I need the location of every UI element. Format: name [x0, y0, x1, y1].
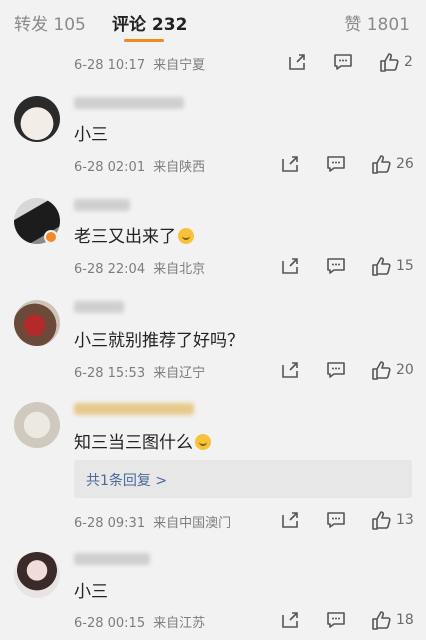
comment-text: 小三 — [74, 582, 108, 602]
thumbs-up-icon[interactable] — [370, 153, 392, 175]
smile-emoji-icon — [178, 228, 194, 244]
tab-repost[interactable]: 转发 105 — [14, 10, 86, 35]
comment-icon[interactable] — [325, 153, 347, 175]
avatar[interactable] — [14, 402, 60, 448]
share-icon[interactable] — [279, 609, 301, 631]
thumbs-up-icon[interactable] — [370, 509, 392, 531]
comment-icon[interactable] — [325, 359, 347, 381]
comment-meta: 6-28 09:31 来自中国澳门 — [74, 512, 231, 531]
comment-meta: 6-28 15:53 来自辽宁 — [74, 362, 205, 381]
share-icon[interactable] — [279, 255, 301, 277]
thumbs-up-icon[interactable] — [370, 255, 392, 277]
username-blurred[interactable] — [74, 199, 130, 211]
comment-source: 来自中国澳门 — [153, 516, 232, 531]
comment-text: 知三当三图什么 — [74, 428, 211, 453]
comment-text: 小三 — [74, 125, 108, 145]
comment-meta: 6-28 22:04 来自北京 — [74, 258, 205, 277]
avatar[interactable] — [14, 552, 60, 598]
share-icon[interactable] — [279, 359, 301, 381]
vip-badge-icon — [44, 230, 58, 244]
comment-source: 来自辽宁 — [153, 366, 206, 381]
comment-source: 来自江苏 — [153, 616, 206, 631]
comment-source: 来自北京 — [153, 262, 206, 277]
comment-time: 6-28 15:53 — [74, 366, 146, 381]
avatar[interactable] — [14, 300, 60, 346]
share-icon[interactable] — [279, 153, 301, 175]
comment-icon[interactable] — [332, 51, 354, 73]
thumbs-up-icon[interactable] — [378, 51, 400, 73]
share-icon[interactable] — [279, 509, 301, 531]
avatar[interactable] — [14, 96, 60, 142]
comment-icon[interactable] — [325, 509, 347, 531]
like-count: 20 — [396, 362, 414, 378]
comment-meta: 6-28 02:01 来自陕西 — [74, 156, 205, 175]
comment-time: 6-28 00:15 — [74, 616, 146, 631]
comment-text-content: 知三当三图什么 — [74, 433, 193, 453]
surprised-emoji-icon — [195, 434, 211, 450]
username-blurred[interactable] — [74, 301, 124, 313]
comment-text: 老三又出来了 — [74, 222, 194, 247]
active-tab-indicator — [124, 39, 164, 42]
like-count: 26 — [396, 156, 414, 172]
comment-meta: 6-28 10:17 来自宁夏 — [74, 54, 205, 73]
comment-text-content: 老三又出来了 — [74, 227, 176, 247]
comment-icon[interactable] — [325, 255, 347, 277]
thumbs-up-icon[interactable] — [370, 359, 392, 381]
comment-time: 6-28 02:01 — [74, 160, 146, 175]
comment-text: 小三就别推荐了好吗？ — [74, 331, 244, 351]
tab-likes[interactable]: 赞 1801 — [344, 10, 410, 35]
comment-time: 6-28 22:04 — [74, 262, 146, 277]
comment-source: 来自陕西 — [153, 160, 206, 175]
share-icon[interactable] — [286, 51, 308, 73]
like-count: 15 — [396, 258, 414, 274]
like-count: 18 — [396, 612, 414, 628]
username-blurred[interactable] — [74, 553, 150, 565]
reply-count-link[interactable]: 共1条回复 > — [86, 470, 167, 490]
comment-icon[interactable] — [325, 609, 347, 631]
like-count: 2 — [404, 54, 413, 70]
tab-comments[interactable]: 评论 232 — [112, 10, 187, 35]
comment-source: 来自宁夏 — [153, 58, 206, 73]
thumbs-up-icon[interactable] — [370, 609, 392, 631]
comment-tabs: 转发 105 评论 232 赞 1801 — [0, 0, 426, 46]
comment-time: 6-28 10:17 — [74, 58, 146, 73]
like-count: 13 — [396, 512, 414, 528]
comment-meta: 6-28 00:15 来自江苏 — [74, 612, 205, 631]
reply-thread-link[interactable]: 共1条回复 > — [74, 460, 412, 498]
username-blurred[interactable] — [74, 403, 194, 415]
username-blurred[interactable] — [74, 97, 184, 109]
comment-time: 6-28 09:31 — [74, 516, 146, 531]
